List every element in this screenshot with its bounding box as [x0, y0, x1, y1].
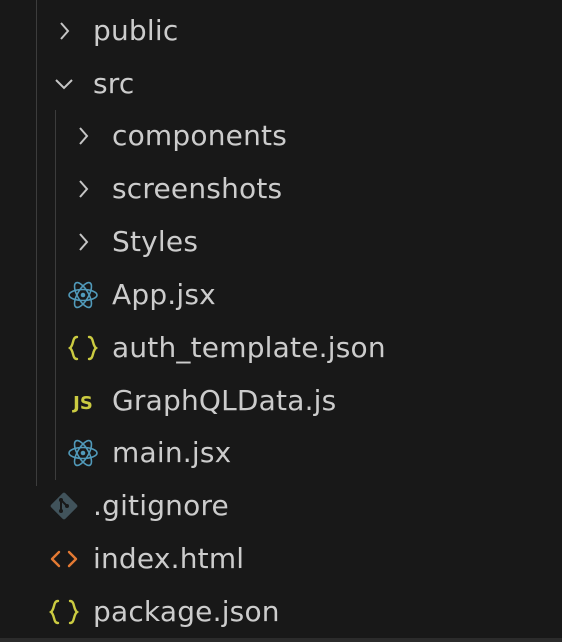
file-explorer: public src components screenshots Styles: [0, 0, 562, 642]
git-icon: [50, 492, 78, 520]
tree-file-package-json[interactable]: package.json: [0, 586, 562, 639]
chevron-right-icon: [79, 233, 89, 251]
tree-item-label: public: [93, 14, 179, 47]
tree-folder-components[interactable]: components: [0, 110, 562, 163]
javascript-icon: JS: [71, 393, 93, 414]
horizontal-scrollbar[interactable]: [0, 638, 562, 642]
tree-item-label: .gitignore: [93, 489, 229, 522]
svg-text:JS: JS: [71, 393, 93, 414]
chevron-right-icon: [60, 22, 70, 40]
tree-item-label: main.jsx: [112, 436, 232, 469]
tree-item-label: package.json: [93, 595, 280, 628]
tree-file-main-jsx[interactable]: main.jsx: [0, 427, 562, 480]
tree-file-graphqldata-js[interactable]: JS GraphQLData.js: [0, 375, 562, 428]
tree-file-app-jsx[interactable]: App.jsx: [0, 269, 562, 322]
json-braces-icon: [68, 335, 98, 361]
tree-file-gitignore[interactable]: .gitignore: [0, 480, 562, 533]
tree-file-auth-template-json[interactable]: auth_template.json: [0, 322, 562, 375]
tree-folder-src[interactable]: src: [0, 58, 562, 111]
tree-item-label: Styles: [112, 225, 199, 258]
tree-item-label: GraphQLData.js: [112, 384, 337, 417]
react-icon: [68, 281, 98, 309]
tree-item-label: App.jsx: [112, 278, 216, 311]
tree-item-label: src: [93, 67, 135, 100]
chevron-right-icon: [79, 180, 89, 198]
tree-item-label: screenshots: [112, 172, 283, 205]
tree-file-index-html[interactable]: index.html: [0, 533, 562, 586]
tree-folder-screenshots[interactable]: screenshots: [0, 163, 562, 216]
html-brackets-icon: [50, 550, 78, 568]
tree-item-label: index.html: [93, 542, 245, 575]
chevron-down-icon: [55, 79, 73, 90]
tree-folder-styles[interactable]: Styles: [0, 216, 562, 269]
tree-item-label: components: [112, 119, 287, 152]
json-braces-icon: [49, 599, 79, 625]
tree-item-label: auth_template.json: [112, 331, 386, 364]
chevron-right-icon: [79, 127, 89, 145]
react-icon: [68, 439, 98, 467]
tree-folder-public[interactable]: public: [0, 5, 562, 58]
